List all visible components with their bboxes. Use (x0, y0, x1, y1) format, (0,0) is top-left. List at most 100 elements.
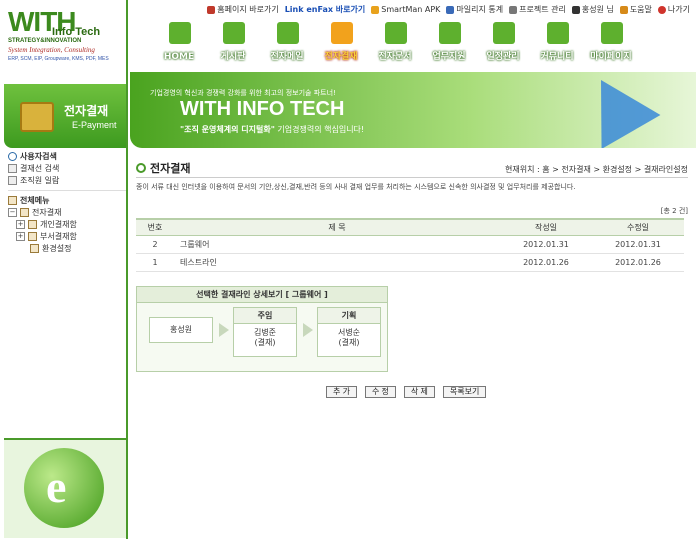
tree-item-personal-box[interactable]: + 개인결재함 (8, 218, 126, 230)
logo-tagline: STRATEGY&INNOVATION (8, 38, 82, 44)
tree-item-settings[interactable]: 환경설정 (8, 242, 126, 254)
col-modified: 수정일 (592, 218, 684, 236)
tree-item-epayment[interactable]: − 전자결재 (8, 206, 126, 218)
community-icon (547, 22, 569, 44)
nav-board[interactable]: 게시판 (208, 22, 258, 62)
logout-link[interactable]: 나가기 (657, 4, 690, 15)
user-icon (571, 5, 580, 14)
tree-item-dept-box[interactable]: + 부서결재함 (8, 230, 126, 242)
logo-products: ERP, SCM, EIP, Groupware, KMS, PDF, MES (8, 56, 109, 62)
side-item-label: 조직원 일람 (20, 175, 60, 185)
help-icon (619, 5, 628, 14)
approver-node-2: 기획 서병순 (결재) (317, 307, 381, 357)
expand-icon[interactable]: + (16, 219, 25, 229)
banner-tagline: "조직 운영체계의 디지털화" 기업경쟁력의 핵심입니다! (180, 124, 364, 135)
all-menu-heading: 전체메뉴 (8, 194, 126, 206)
nav-label: 전자메일 (270, 52, 304, 62)
nav-epayment[interactable]: 전자결재 (316, 22, 366, 62)
help-link[interactable]: 도움말 (619, 4, 652, 15)
approval-line-detail: 선택한 결재라인 상세보기 [ 그룹웨어 ] 홍성원 주임 김병준 (결재) 기… (136, 286, 388, 372)
tree-item-label: 부서결재함 (40, 231, 77, 241)
logo-infotech: Info Tech (52, 26, 101, 38)
company-logo[interactable]: WITH Info Tech STRATEGY&INNOVATION Syste… (4, 4, 124, 66)
app-root: WITH Info Tech STRATEGY&INNOVATION Syste… (0, 0, 696, 539)
node-name: 서병순 (337, 328, 361, 337)
nav-label: 게시판 (220, 52, 246, 62)
divider (8, 186, 126, 191)
cell-title[interactable]: 그룹웨어 (174, 235, 500, 254)
document-icon (8, 163, 17, 173)
nav-schedule[interactable]: 일정관리 (478, 22, 528, 62)
nav-support[interactable]: 업무지원 (424, 22, 474, 62)
nav-label: 전자문서 (378, 52, 412, 62)
edit-button[interactable]: 수 정 (364, 386, 396, 398)
col-created: 작성일 (500, 218, 592, 236)
nav-mypage[interactable]: 마이페이지 (586, 22, 636, 62)
document-icon (8, 175, 17, 185)
top-link-label: 홍성원 님 (581, 5, 614, 14)
mail-icon (277, 22, 299, 44)
list-button[interactable]: 목록보기 (442, 386, 487, 398)
approver-node-drafter: 홍성원 (149, 317, 213, 343)
home-icon (207, 5, 216, 14)
nav-community[interactable]: 커뮤니티 (532, 22, 582, 62)
collapse-icon[interactable]: − (8, 207, 17, 217)
node-name: 김병준 (253, 328, 277, 337)
nav-home[interactable]: HOME (154, 22, 204, 62)
top-link-label: 프로젝트 관리 (519, 5, 566, 14)
project-link[interactable]: 프로젝트 관리 (509, 4, 566, 15)
smartman-link[interactable]: SmartMan APK (371, 4, 440, 15)
side-menu: 사용자검색 결재선 검색 조직원 일람 전체메뉴 − 전자결재 + 개인결재함 … (8, 150, 126, 254)
cell-title[interactable]: 테스트라인 (174, 253, 500, 272)
table-row[interactable]: 2 그룹웨어 2012.01.31 2012.01.31 (136, 235, 684, 254)
top-links: 홈페이지 바로가기 Link enFax 바로가기 SmartMan APK 마… (207, 4, 690, 15)
side-item-label: 결재선 검색 (20, 163, 60, 173)
node-type: (결재) (338, 338, 360, 347)
action-buttons: 추 가 수 정 삭 제 목록보기 (326, 386, 487, 398)
board-icon (223, 22, 245, 44)
delete-button[interactable]: 삭 제 (403, 386, 435, 398)
approver-node-1: 주임 김병준 (결재) (233, 307, 297, 357)
total-count: [총 2 건] (660, 207, 688, 215)
project-icon (509, 5, 518, 14)
add-button[interactable]: 추 가 (326, 386, 357, 398)
cell-modified: 2012.01.31 (592, 235, 684, 254)
side-header: 전자결재 E-Payment (4, 84, 126, 148)
main-nav: HOME 게시판 전자메일 전자결재 전자문서 업무지원 일정관리 커뮤니티 마… (154, 22, 636, 62)
nav-label: 업무지원 (432, 52, 466, 62)
exit-icon (657, 5, 666, 14)
detail-header: 선택한 결재라인 상세보기 [ 그룹웨어 ] (137, 287, 387, 303)
mileage-link[interactable]: 마일리지 통계 (446, 4, 503, 15)
enfax-link[interactable]: Link enFax 바로가기 (285, 4, 366, 15)
side-item-org-directory[interactable]: 조직원 일람 (8, 174, 126, 186)
all-menu-label: 전체메뉴 (20, 195, 50, 205)
top-link-label: 홈페이지 바로가기 (217, 5, 279, 14)
menu-icon (8, 195, 17, 205)
nav-email[interactable]: 전자메일 (262, 22, 312, 62)
cursor-graphic-icon (571, 72, 661, 148)
folder-icon (20, 102, 54, 132)
col-title: 제 목 (174, 218, 500, 236)
table-row[interactable]: 1 테스트라인 2012.01.26 2012.01.26 (136, 253, 684, 272)
title-bullet-icon (136, 163, 146, 173)
side-item-approval-line-search[interactable]: 결재선 검색 (8, 162, 126, 174)
home-icon (169, 22, 191, 44)
folder-icon (28, 231, 37, 241)
flow-arrow-icon (303, 323, 313, 337)
document-icon (385, 22, 407, 44)
page-description: 종이 서류 대신 인터넷을 이용하여 문서의 기안,상신,결재,반려 등의 사내… (136, 183, 576, 191)
search-icon (8, 151, 17, 161)
top-link-label: 마일리지 통계 (456, 5, 504, 14)
expand-icon[interactable]: + (16, 231, 25, 241)
support-icon (439, 22, 461, 44)
eco-globe-icon: e (24, 448, 104, 528)
chart-icon (446, 5, 455, 14)
side-title: 전자결재 (64, 104, 109, 118)
homepage-link[interactable]: 홈페이지 바로가기 (207, 4, 279, 15)
cell-no: 1 (136, 253, 174, 272)
nav-edocs[interactable]: 전자문서 (370, 22, 420, 62)
nav-label: 전자결재 (324, 52, 358, 62)
folder-icon (28, 219, 37, 229)
approval-line-table: 번호 제 목 작성일 수정일 2 그룹웨어 2012.01.31 2012.01… (136, 218, 684, 272)
main-content: 전자결재 현재위치 : 홈 > 전자결재 > 환경설정 > 결재라인설정 종이 … (136, 158, 688, 398)
